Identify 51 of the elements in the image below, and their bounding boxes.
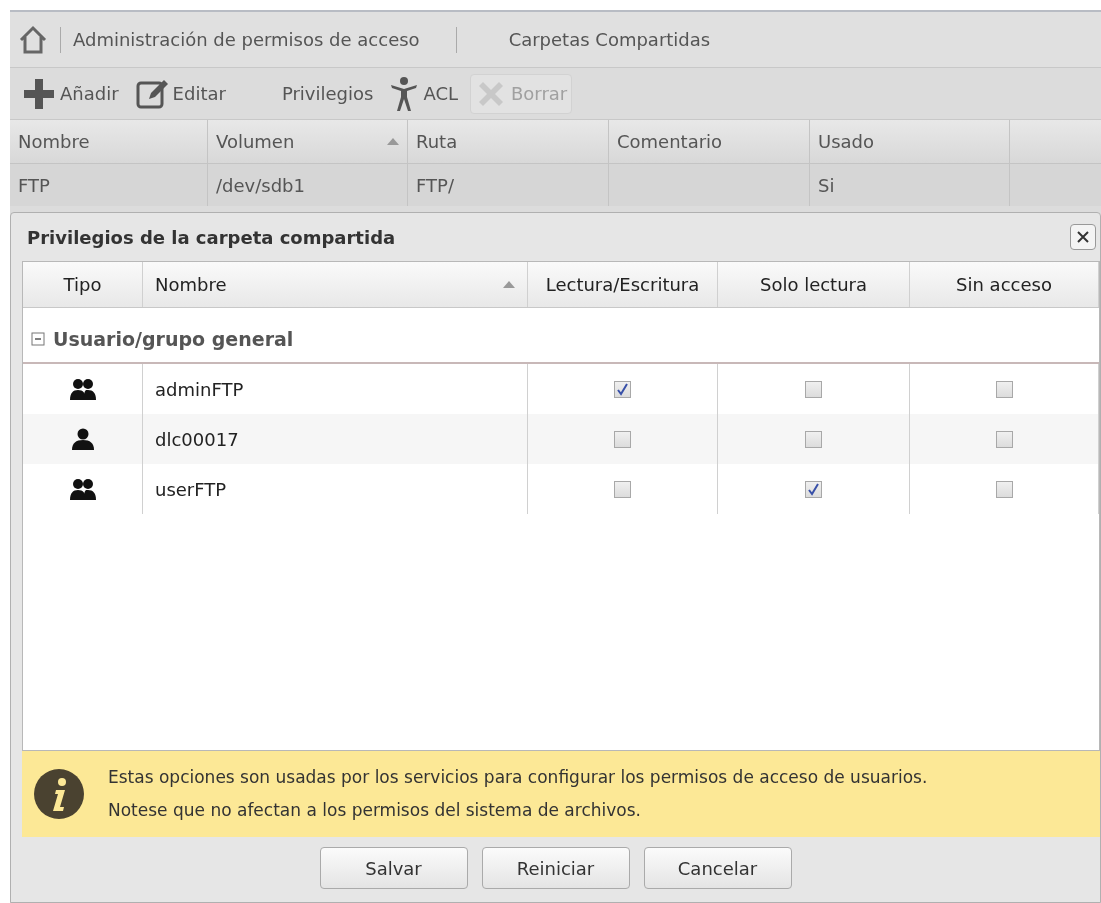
checkbox[interactable] bbox=[995, 480, 1013, 498]
checkbox[interactable] bbox=[614, 380, 631, 398]
column-header[interactable]: Comentario bbox=[609, 120, 810, 163]
collapse-icon[interactable] bbox=[31, 332, 45, 346]
user-icon bbox=[71, 428, 94, 450]
table-cell: Si bbox=[810, 164, 1010, 206]
column-header[interactable]: Nombre bbox=[143, 262, 528, 307]
close-icon bbox=[1076, 230, 1090, 244]
breadcrumb-link[interactable]: Carpetas Compartidas bbox=[468, 26, 711, 53]
column-header[interactable]: Solo lectura bbox=[718, 262, 910, 307]
dialog-button[interactable]: Reiniciar bbox=[481, 847, 630, 889]
home-icon[interactable] bbox=[18, 24, 48, 55]
column-header[interactable]: Volumen bbox=[208, 120, 408, 163]
checkbox[interactable] bbox=[805, 430, 822, 448]
sort-arrow-icon bbox=[503, 281, 515, 288]
column-header[interactable]: Ruta bbox=[408, 120, 609, 163]
checkbox[interactable] bbox=[995, 430, 1013, 448]
info-icon bbox=[34, 769, 84, 819]
info-text: Estas opciones son usadas por los servicios para configurar los permisos de acceso de usuarios. bbox=[108, 765, 928, 789]
checkbox[interactable] bbox=[805, 380, 822, 398]
toolbar-button[interactable]: Añadir bbox=[18, 73, 123, 114]
checkbox[interactable] bbox=[614, 430, 631, 448]
info-text: Notese que no afectan a los permisos del sistema de archivos. bbox=[108, 799, 642, 822]
column-header[interactable]: Sin acceso bbox=[910, 262, 1099, 307]
column-header[interactable]: Nombre bbox=[10, 120, 208, 163]
users-icon bbox=[69, 478, 96, 500]
table-cell: /dev/sdb1 bbox=[208, 164, 408, 206]
close-button[interactable] bbox=[1070, 224, 1096, 250]
table-cell: userFTP bbox=[143, 464, 528, 514]
dialog-button[interactable]: Salvar bbox=[319, 847, 468, 889]
column-header[interactable]: Tipo bbox=[23, 262, 143, 307]
dialog-button[interactable]: Cancelar bbox=[643, 847, 792, 889]
users-icon bbox=[69, 378, 96, 400]
checkbox[interactable] bbox=[805, 480, 822, 498]
dialog-title: Privilegios de la carpeta compartida bbox=[27, 225, 396, 250]
checkbox[interactable] bbox=[995, 380, 1013, 398]
sort-arrow-icon bbox=[387, 138, 399, 145]
person-icon bbox=[389, 75, 420, 112]
column-header[interactable]: Lectura/Escritura bbox=[528, 262, 718, 307]
group-label: Usuario/grupo general bbox=[53, 326, 294, 352]
check-icon bbox=[616, 382, 629, 396]
checkbox[interactable] bbox=[614, 480, 631, 498]
table-cell: FTP bbox=[10, 164, 208, 206]
toolbar-button[interactable]: Privilegios bbox=[277, 73, 378, 114]
plus-icon bbox=[22, 76, 56, 111]
table-cell: FTP/ bbox=[408, 164, 609, 206]
breadcrumb-link[interactable]: Administración de permisos de acceso bbox=[73, 26, 444, 53]
column-header[interactable]: Usado bbox=[810, 120, 1010, 163]
toolbar-button[interactable]: ACL bbox=[385, 73, 462, 114]
check-icon bbox=[807, 482, 820, 496]
toolbar-button[interactable]: Editar bbox=[130, 73, 230, 114]
